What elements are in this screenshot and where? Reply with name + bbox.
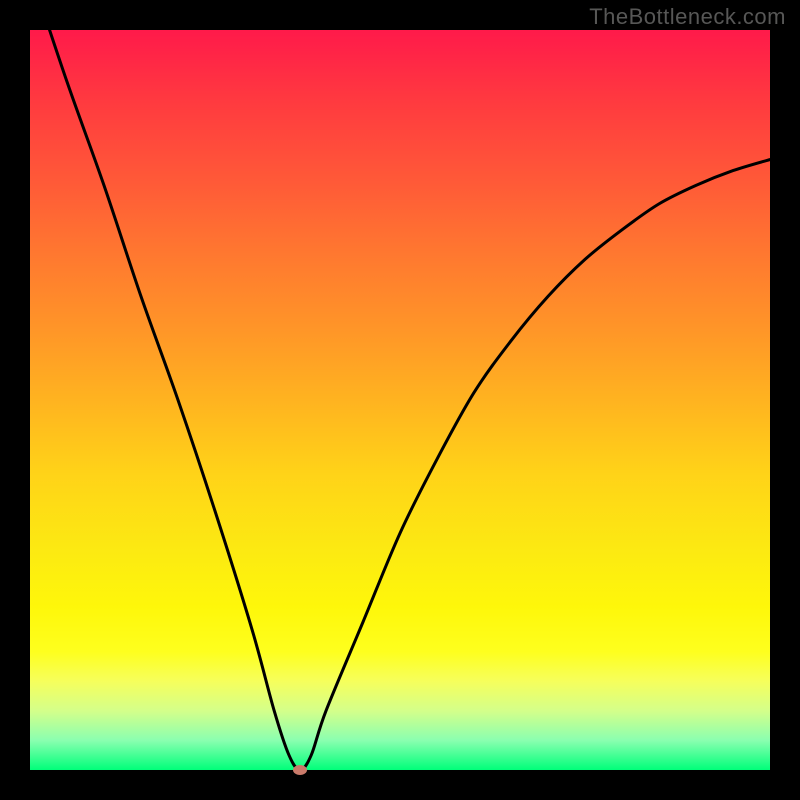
minimum-marker: [293, 765, 307, 775]
bottleneck-curve-path: [30, 30, 770, 770]
chart-plot-area: [30, 30, 770, 770]
watermark-text: TheBottleneck.com: [589, 4, 786, 30]
curve-svg: [30, 30, 770, 770]
